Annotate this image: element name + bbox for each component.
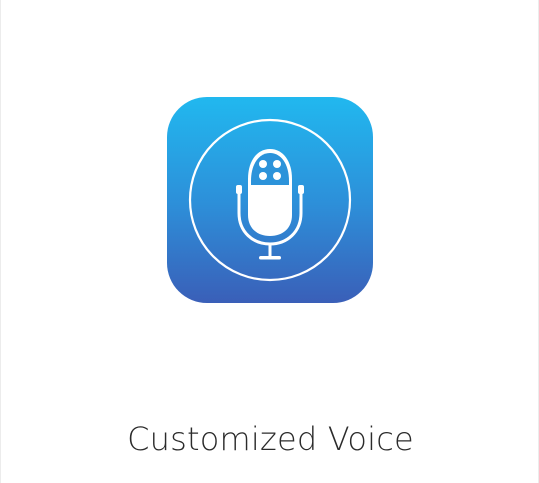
microphone-icon: [188, 118, 352, 282]
app-name-label: Customized Voice: [127, 420, 414, 458]
app-icon-tile[interactable]: [167, 97, 373, 303]
app-card: Customized Voice: [0, 0, 539, 483]
